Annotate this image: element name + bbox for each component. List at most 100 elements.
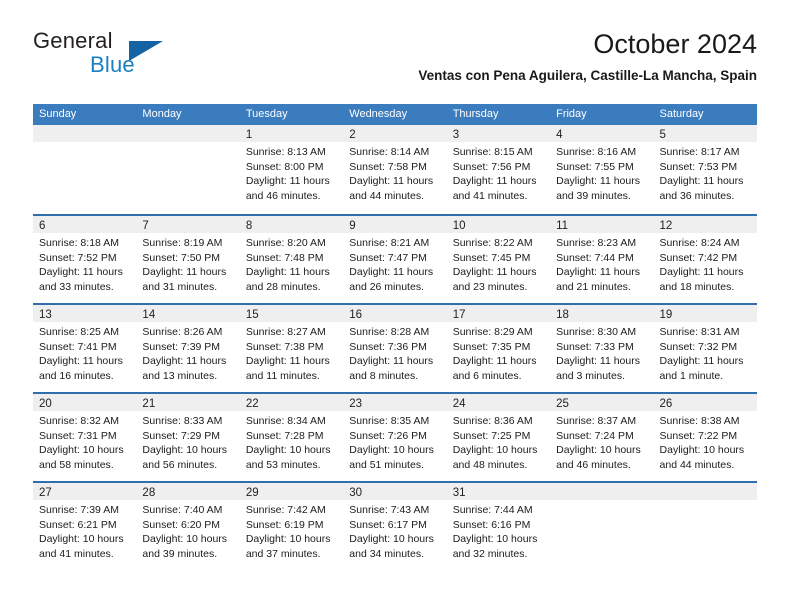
sunrise-text: Sunrise: 8:31 AM [659,326,740,338]
sunset-text: Sunset: 7:44 PM [556,251,634,264]
day-cell-empty [550,483,654,570]
day-cell-29[interactable]: 29 Sunrise: 7:42 AM Sunset: 6:19 PM Dayligh… [239,483,344,570]
day-number: 27 [39,487,52,499]
daylight-text: and 31 minutes. [142,280,218,293]
day-number: 5 [659,129,666,141]
sunrise-text: Sunrise: 8:19 AM [142,237,223,249]
day-number: 9 [349,220,356,232]
daylight-text: and 39 minutes. [556,189,631,202]
day-cell-empty [136,125,240,214]
day-cell-14[interactable]: 14 Sunrise: 8:26 AM Sunset: 7:39 PM Dayligh… [136,305,240,392]
day-cell-9[interactable]: 9 Sunrise: 8:21 AM Sunset: 7:47 PM Daylight… [343,216,447,303]
sunset-text: Sunset: 6:16 PM [452,518,531,531]
day-cell-18[interactable]: 18 Sunrise: 8:30 AM Sunset: 7:33 PM Dayligh… [550,305,654,392]
sunset-text: Sunset: 7:47 PM [349,251,427,264]
daylight-text: Daylight: 10 hours [349,444,434,457]
sunset-text: Sunset: 6:20 PM [142,518,221,531]
day-cell-22[interactable]: 22 Sunrise: 8:34 AM Sunset: 7:28 PM Dayligh… [239,394,344,481]
day-detail-lines: Sunrise: 8:21 AM Sunset: 7:47 PM Daylight:… [343,233,446,294]
day-cell-2[interactable]: 2 Sunrise: 8:14 AM Sunset: 7:58 PM Daylight… [343,125,447,214]
day-cell-26[interactable]: 26 Sunrise: 8:38 AM Sunset: 7:22 PM Dayligh… [653,394,757,481]
day-cell-21[interactable]: 21 Sunrise: 8:33 AM Sunset: 7:29 PM Dayligh… [136,394,240,481]
day-cell-1[interactable]: 1 Sunrise: 8:13 AM Sunset: 8:00 PM Daylight… [239,125,344,214]
sunset-text: Sunset: 7:33 PM [556,340,634,353]
day-cell-17[interactable]: 17 Sunrise: 8:29 AM Sunset: 7:35 PM Dayligh… [446,305,551,392]
day-cell-23[interactable]: 23 Sunrise: 8:35 AM Sunset: 7:26 PM Dayligh… [343,394,447,481]
day-detail-lines: Sunrise: 8:31 AM Sunset: 7:32 PM Daylight:… [654,322,757,383]
day-number-band: 8 [239,216,344,233]
day-cell-8[interactable]: 8 Sunrise: 8:20 AM Sunset: 7:48 PM Daylight… [239,216,344,303]
daylight-text: Daylight: 10 hours [556,444,641,457]
day-number: 8 [245,220,253,232]
daylight-text: and 21 minutes. [556,280,631,293]
day-detail-lines: Sunrise: 8:28 AM Sunset: 7:36 PM Daylight:… [343,322,446,383]
day-cell-25[interactable]: 25 Sunrise: 8:37 AM Sunset: 7:24 PM Dayligh… [550,394,654,481]
sunrise-text: Sunrise: 7:44 AM [452,504,533,516]
day-detail-lines: Sunrise: 8:30 AM Sunset: 7:33 PM Daylight:… [550,322,653,383]
daylight-text: Daylight: 10 hours [349,533,434,546]
day-cell-10[interactable]: 10 Sunrise: 8:22 AM Sunset: 7:45 PM Dayligh… [446,216,551,303]
day-number-band: 24 [446,394,551,411]
logo-text-general: General [33,28,113,53]
daylight-text: and 32 minutes. [452,547,528,560]
day-number-band: 13 [33,305,137,322]
day-cell-13[interactable]: 13 Sunrise: 8:25 AM Sunset: 7:41 PM Dayligh… [33,305,137,392]
day-cell-6[interactable]: 6 Sunrise: 8:18 AM Sunset: 7:52 PM Daylight… [33,216,137,303]
daylight-text: Daylight: 11 hours [659,175,744,188]
calendar-week-row: 1 Sunrise: 8:13 AM Sunset: 8:00 PM Daylight… [33,125,757,214]
daylight-text: and 33 minutes. [39,280,114,293]
day-number-band: 16 [343,305,447,322]
weekday-header-wednesday: Wednesday [349,108,408,120]
day-cell-27[interactable]: 27 Sunrise: 7:39 AM Sunset: 6:21 PM Dayligh… [33,483,137,570]
day-detail-lines: Sunrise: 7:43 AM Sunset: 6:17 PM Daylight:… [343,500,446,561]
sunrise-text: Sunrise: 7:39 AM [39,504,119,516]
sunrise-text: Sunrise: 8:24 AM [659,237,740,249]
day-cell-24[interactable]: 24 Sunrise: 8:36 AM Sunset: 7:25 PM Dayligh… [446,394,551,481]
daylight-text: Daylight: 11 hours [659,355,744,368]
general-blue-logo[interactable]: General Blue [33,28,243,90]
calendar-week-row: 13 Sunrise: 8:25 AM Sunset: 7:41 PM Dayligh… [33,303,757,392]
day-cell-19[interactable]: 19 Sunrise: 8:31 AM Sunset: 7:32 PM Dayligh… [653,305,757,392]
day-cell-31[interactable]: 31 Sunrise: 7:44 AM Sunset: 6:16 PM Dayligh… [446,483,551,570]
sunset-text: Sunset: 7:58 PM [349,160,427,173]
sunrise-text: Sunrise: 7:40 AM [142,504,223,516]
day-cell-4[interactable]: 4 Sunrise: 8:16 AM Sunset: 7:55 PM Daylight… [550,125,654,214]
day-number-band: 6 [33,216,137,233]
day-cell-30[interactable]: 30 Sunrise: 7:43 AM Sunset: 6:17 PM Dayligh… [343,483,447,570]
day-detail-lines: Sunrise: 8:16 AM Sunset: 7:55 PM Daylight:… [550,142,653,203]
day-cell-3[interactable]: 3 Sunrise: 8:15 AM Sunset: 7:56 PM Daylight… [446,125,551,214]
day-cell-20[interactable]: 20 Sunrise: 8:32 AM Sunset: 7:31 PM Dayligh… [33,394,137,481]
day-number: 20 [39,398,52,410]
day-detail-lines: Sunrise: 8:19 AM Sunset: 7:50 PM Daylight:… [136,233,239,294]
daylight-text: Daylight: 11 hours [556,175,640,188]
daylight-text: and 6 minutes. [452,369,522,382]
day-cell-7[interactable]: 7 Sunrise: 8:19 AM Sunset: 7:50 PM Daylight… [136,216,240,303]
day-detail-lines: Sunrise: 8:20 AM Sunset: 7:48 PM Daylight:… [240,233,343,294]
day-number-band: 28 [136,483,240,500]
daylight-text: Daylight: 11 hours [349,175,434,188]
day-cell-5[interactable]: 5 Sunrise: 8:17 AM Sunset: 7:53 PM Daylight… [653,125,757,214]
day-number: 10 [452,220,466,232]
day-number-band: 11 [550,216,654,233]
day-detail-lines: Sunrise: 8:14 AM Sunset: 7:58 PM Daylight:… [343,142,446,203]
daylight-text: Daylight: 11 hours [245,266,330,279]
daylight-text: Daylight: 10 hours [39,533,124,546]
day-number-band [550,483,654,500]
day-number: 23 [349,398,363,410]
day-cell-15[interactable]: 15 Sunrise: 8:27 AM Sunset: 7:38 PM Dayligh… [239,305,344,392]
sunset-text: Sunset: 8:00 PM [245,160,324,173]
day-number-band: 7 [136,216,240,233]
day-cell-16[interactable]: 16 Sunrise: 8:28 AM Sunset: 7:36 PM Dayligh… [343,305,447,392]
sunset-text: Sunset: 6:17 PM [349,518,427,531]
day-cell-28[interactable]: 28 Sunrise: 7:40 AM Sunset: 6:20 PM Dayligh… [136,483,240,570]
weekday-header-friday: Friday [556,108,587,120]
sunrise-text: Sunrise: 8:37 AM [556,415,637,427]
day-cell-12[interactable]: 12 Sunrise: 8:24 AM Sunset: 7:42 PM Dayligh… [653,216,757,303]
daylight-text: and 37 minutes. [245,547,321,560]
daylight-text: and 18 minutes. [659,280,735,293]
day-number-band: 4 [550,125,654,142]
daylight-text: and 58 minutes. [39,458,114,471]
daylight-text: and 26 minutes. [349,280,424,293]
day-number: 24 [452,398,466,410]
day-cell-11[interactable]: 11 Sunrise: 8:23 AM Sunset: 7:44 PM Dayligh… [550,216,654,303]
